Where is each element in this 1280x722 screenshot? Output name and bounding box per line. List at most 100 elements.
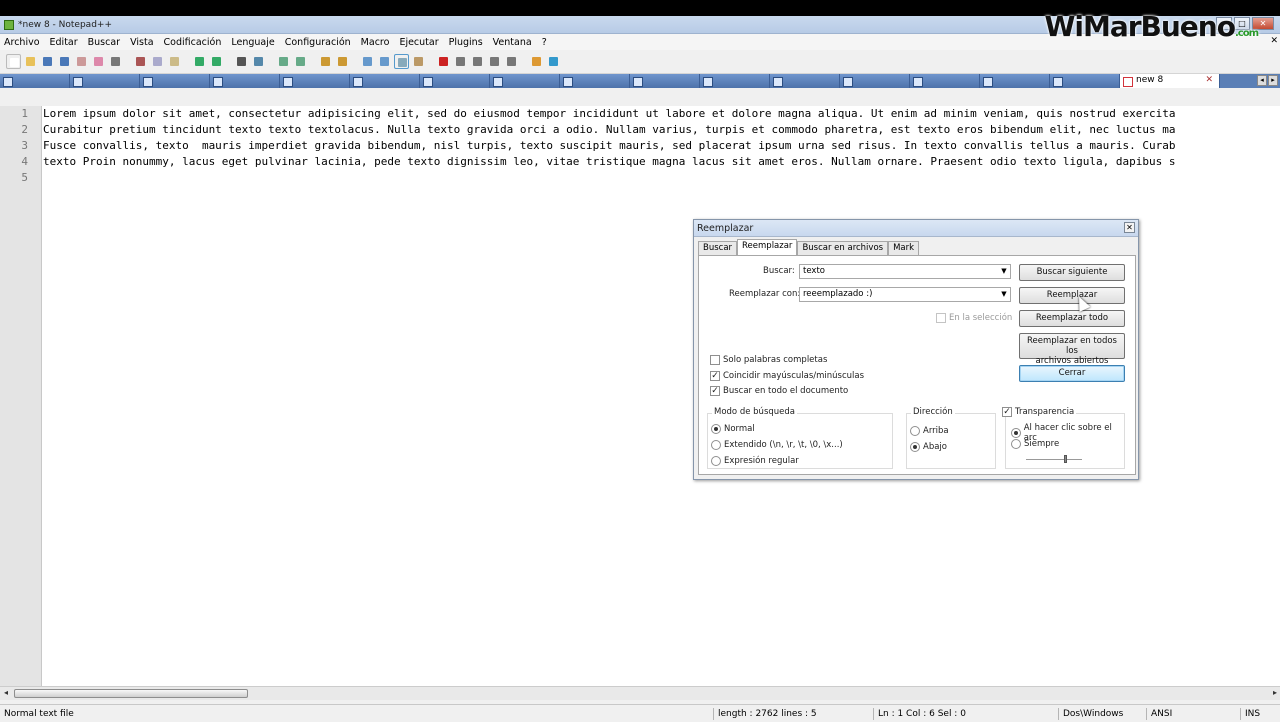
document-tab[interactable] bbox=[70, 74, 140, 88]
checkbox-box[interactable] bbox=[936, 313, 946, 323]
menu-vista[interactable]: Vista bbox=[130, 37, 153, 48]
document-tab[interactable] bbox=[980, 74, 1050, 88]
text-line[interactable]: Curabitur pretium tincidunt texto texto … bbox=[43, 122, 1280, 138]
replace-all-open-files-button[interactable]: Reemplazar en todos los archivos abierto… bbox=[1019, 333, 1125, 366]
run-macro-multiple-icon[interactable] bbox=[487, 54, 502, 69]
document-tab[interactable] bbox=[0, 74, 70, 88]
document-tab[interactable] bbox=[280, 74, 350, 88]
spell-check-icon[interactable] bbox=[546, 54, 561, 69]
save-icon[interactable] bbox=[40, 54, 55, 69]
radio-button[interactable] bbox=[1011, 439, 1021, 449]
open-file-icon[interactable] bbox=[23, 54, 38, 69]
radio-button[interactable] bbox=[711, 456, 721, 466]
replace-button[interactable]: Reemplazar bbox=[1019, 287, 1125, 304]
replace-combo[interactable]: reeemplazado :) ▼ bbox=[799, 287, 1011, 302]
indent-guide-icon[interactable] bbox=[394, 54, 409, 69]
document-tab[interactable] bbox=[770, 74, 840, 88]
document-tab[interactable] bbox=[210, 74, 280, 88]
document-tab[interactable] bbox=[560, 74, 630, 88]
menu-lenguaje[interactable]: Lenguaje bbox=[231, 37, 274, 48]
radio-button[interactable] bbox=[910, 442, 920, 452]
stop-macro-icon[interactable] bbox=[453, 54, 468, 69]
tab-mark[interactable]: Mark bbox=[888, 241, 920, 255]
match-case-checkbox[interactable]: ✓ Coincidir mayúsculas/minúsculas bbox=[710, 371, 864, 381]
checkbox-box[interactable]: ✓ bbox=[710, 371, 720, 381]
checkbox-box[interactable] bbox=[710, 355, 720, 365]
find-icon[interactable] bbox=[234, 54, 249, 69]
plugin-icon[interactable] bbox=[529, 54, 544, 69]
tab-scroll-right-icon[interactable]: ▸ bbox=[1268, 75, 1278, 86]
text-line[interactable]: texto Proin nonummy, lacus eget pulvinar… bbox=[43, 154, 1280, 170]
in-selection-checkbox[interactable]: En la selección bbox=[936, 313, 1012, 323]
dialog-close-icon[interactable]: ✕ bbox=[1124, 222, 1135, 233]
menu-buscar[interactable]: Buscar bbox=[88, 37, 120, 48]
mode-regex-radio[interactable]: Expresión regular bbox=[711, 456, 799, 466]
document-tab[interactable] bbox=[350, 74, 420, 88]
find-next-button[interactable]: Buscar siguiente bbox=[1019, 264, 1125, 281]
document-tab[interactable] bbox=[700, 74, 770, 88]
zoom-in-icon[interactable] bbox=[276, 54, 291, 69]
scroll-left-icon[interactable]: ◂ bbox=[4, 688, 8, 697]
user-lang-icon[interactable] bbox=[411, 54, 426, 69]
document-tab[interactable] bbox=[140, 74, 210, 88]
transparency-always-radio[interactable]: Siempre bbox=[1011, 439, 1059, 449]
record-macro-icon[interactable] bbox=[436, 54, 451, 69]
find-combo[interactable]: texto ▼ bbox=[799, 264, 1011, 279]
copy-icon[interactable] bbox=[150, 54, 165, 69]
document-tab[interactable] bbox=[840, 74, 910, 88]
scrollbar-thumb[interactable] bbox=[14, 689, 248, 698]
print-icon[interactable] bbox=[108, 54, 123, 69]
document-tab[interactable] bbox=[910, 74, 980, 88]
wrap-around-checkbox[interactable]: ✓ Buscar en todo el documento bbox=[710, 386, 848, 396]
direction-down-radio[interactable]: Abajo bbox=[910, 442, 947, 452]
whole-word-checkbox[interactable]: Solo palabras completas bbox=[710, 355, 827, 365]
document-tab[interactable] bbox=[1050, 74, 1120, 88]
menu-editar[interactable]: Editar bbox=[50, 37, 78, 48]
slider-knob[interactable] bbox=[1064, 455, 1067, 463]
close-file-icon[interactable] bbox=[74, 54, 89, 69]
transparency-slider[interactable] bbox=[1026, 455, 1082, 463]
document-tab[interactable] bbox=[630, 74, 700, 88]
menu-ejecutar[interactable]: Ejecutar bbox=[399, 37, 438, 48]
checkbox-box[interactable]: ✓ bbox=[710, 386, 720, 396]
transparency-checkbox[interactable]: ✓ Transparencia bbox=[1002, 407, 1077, 417]
mode-extended-radio[interactable]: Extendido (\n, \r, \t, \0, \x...) bbox=[711, 440, 843, 450]
menu-ventana[interactable]: Ventana bbox=[493, 37, 532, 48]
new-file-icon[interactable] bbox=[6, 54, 21, 69]
show-all-chars-icon[interactable] bbox=[377, 54, 392, 69]
menu-macro[interactable]: Macro bbox=[361, 37, 390, 48]
paste-icon[interactable] bbox=[167, 54, 182, 69]
tab-close-icon[interactable]: ✕ bbox=[1205, 75, 1213, 85]
save-all-icon[interactable] bbox=[57, 54, 72, 69]
save-macro-icon[interactable] bbox=[504, 54, 519, 69]
replace-icon[interactable] bbox=[251, 54, 266, 69]
close-all-icon[interactable] bbox=[91, 54, 106, 69]
radio-button[interactable] bbox=[1011, 428, 1021, 438]
menu-codificacion[interactable]: Codificación bbox=[164, 37, 222, 48]
redo-icon[interactable] bbox=[209, 54, 224, 69]
menu-configuracion[interactable]: Configuración bbox=[285, 37, 351, 48]
replace-all-button[interactable]: Reemplazar todo bbox=[1019, 310, 1125, 327]
tab-new-8[interactable]: new 8 ✕ bbox=[1120, 74, 1220, 88]
zoom-out-icon[interactable] bbox=[293, 54, 308, 69]
text-content[interactable]: Lorem ipsum dolor sit amet, consectetur … bbox=[43, 106, 1280, 186]
text-line[interactable]: Fusce convallis, texto mauris imperdiet … bbox=[43, 138, 1280, 154]
tab-buscar[interactable]: Buscar bbox=[698, 241, 738, 255]
radio-button[interactable] bbox=[910, 426, 920, 436]
mode-normal-radio[interactable]: Normal bbox=[711, 424, 755, 434]
undo-icon[interactable] bbox=[192, 54, 207, 69]
cut-icon[interactable] bbox=[133, 54, 148, 69]
checkbox-box[interactable]: ✓ bbox=[1002, 407, 1012, 417]
direction-up-radio[interactable]: Arriba bbox=[910, 426, 949, 436]
text-line[interactable]: Lorem ipsum dolor sit amet, consectetur … bbox=[43, 106, 1280, 122]
scroll-right-icon[interactable]: ▸ bbox=[1273, 688, 1277, 697]
sync-vertical-icon[interactable] bbox=[318, 54, 333, 69]
word-wrap-icon[interactable] bbox=[360, 54, 375, 69]
menu-plugins[interactable]: Plugins bbox=[449, 37, 483, 48]
play-macro-icon[interactable] bbox=[470, 54, 485, 69]
sync-horizontal-icon[interactable] bbox=[335, 54, 350, 69]
chevron-down-icon[interactable]: ▼ bbox=[998, 265, 1010, 278]
menu-archivo[interactable]: Archivo bbox=[4, 37, 40, 48]
tab-buscar-en-archivos[interactable]: Buscar en archivos bbox=[797, 241, 889, 255]
radio-button[interactable] bbox=[711, 440, 721, 450]
